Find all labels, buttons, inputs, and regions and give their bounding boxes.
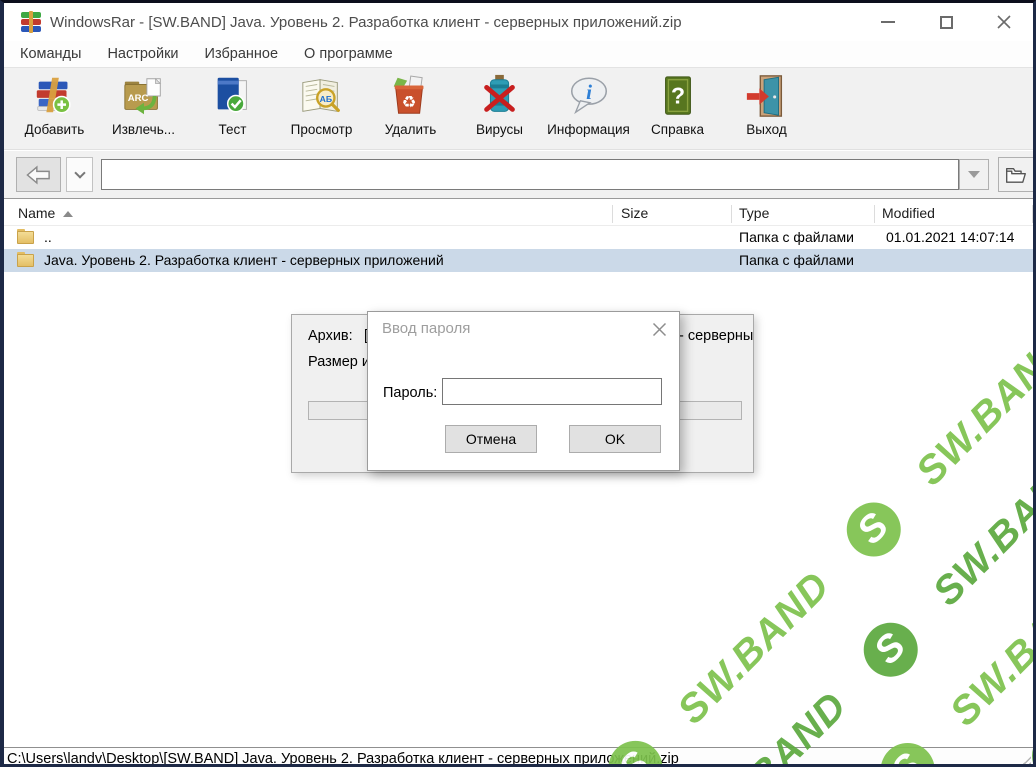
table-row-parent-dir[interactable]: .. Папка с файлами 01.01.2021 14:07:14	[4, 226, 1033, 249]
column-header-type[interactable]: Type	[739, 205, 769, 221]
back-history-dropdown[interactable]	[66, 157, 93, 192]
column-header-modified[interactable]: Modified	[882, 205, 935, 221]
toolbar-label: Извлечь...	[112, 122, 175, 137]
close-icon	[997, 15, 1011, 29]
resize-grip[interactable]	[1019, 756, 1031, 767]
table-row-java-folder[interactable]: Java. Уровень 2. Разработка клиент - сер…	[4, 249, 1033, 272]
help-icon: ?	[655, 73, 701, 119]
virus-button[interactable]: Вирусы	[455, 73, 544, 145]
menu-favorites[interactable]: Избранное	[195, 43, 288, 65]
help-button[interactable]: ? Справка	[633, 73, 722, 145]
svg-text:?: ?	[670, 83, 684, 109]
menu-settings[interactable]: Настройки	[97, 43, 188, 65]
maximize-button[interactable]	[917, 3, 975, 41]
exit-button[interactable]: Выход	[722, 73, 811, 145]
address-bar	[4, 151, 1033, 198]
toolbar-label: Информация	[547, 122, 630, 137]
svg-text:АБ: АБ	[319, 94, 331, 104]
test-button[interactable]: Тест	[188, 73, 277, 145]
password-label: Пароль:	[383, 385, 437, 401]
toolbar-label: Просмотр	[291, 122, 353, 137]
view-icon: АБ	[299, 73, 345, 119]
winrar-window: WindowsRar - [SW.BAND] Java. Уровень 2. …	[0, 0, 1036, 767]
delete-button[interactable]: ♻ Удалить	[366, 73, 455, 145]
dropdown-arrow-icon	[968, 171, 980, 178]
toolbar-label: Удалить	[385, 122, 437, 137]
delete-icon: ♻	[388, 73, 434, 119]
browse-folder-button[interactable]	[998, 157, 1034, 192]
add-icon	[32, 73, 78, 119]
dialog-title: Ввод пароля	[382, 320, 470, 337]
menu-commands[interactable]: Команды	[10, 43, 91, 65]
window-title: WindowsRar - [SW.BAND] Java. Уровень 2. …	[50, 14, 682, 31]
file-list-header: Name Size Type Modified	[4, 202, 1033, 226]
view-button[interactable]: АБ Просмотр	[277, 73, 366, 145]
toolbar-label: Вирусы	[476, 122, 523, 137]
svg-text:ARC: ARC	[127, 93, 148, 104]
password-dialog: Ввод пароля Пароль: Отмена OK	[367, 311, 680, 471]
column-header-name[interactable]: Name	[18, 205, 73, 221]
menu-about[interactable]: О программе	[294, 43, 403, 65]
sort-ascending-icon	[63, 211, 73, 217]
archive-path-input[interactable]	[101, 159, 959, 190]
dialog-close-button[interactable]	[650, 320, 668, 338]
column-header-size[interactable]: Size	[621, 205, 648, 221]
svg-text:i: i	[586, 80, 592, 104]
archive-value-right-fragment: - серверных	[679, 328, 753, 344]
close-button[interactable]	[975, 3, 1033, 41]
extract-icon: ARC	[121, 73, 167, 119]
address-dropdown-button[interactable]	[959, 159, 989, 190]
toolbar: Добавить ARC Извлечь... Тест	[4, 67, 1033, 150]
maximize-icon	[940, 16, 953, 29]
status-bar: C:\Users\landv\Desktop\[SW.BAND] Java. У…	[4, 747, 1033, 767]
archive-label: Архив:	[308, 328, 353, 344]
extract-button[interactable]: ARC Извлечь...	[99, 73, 188, 145]
info-icon: i	[566, 73, 612, 119]
add-button[interactable]: Добавить	[10, 73, 99, 145]
toolbar-label: Выход	[746, 122, 786, 137]
exit-icon	[744, 73, 790, 119]
test-icon	[210, 73, 256, 119]
size-line-fragment: Размер исходных	[308, 354, 370, 370]
folder-icon	[17, 252, 35, 267]
minimize-icon	[881, 21, 895, 23]
back-button[interactable]	[16, 157, 61, 192]
folder-icon	[17, 229, 35, 244]
title-bar: WindowsRar - [SW.BAND] Java. Уровень 2. …	[4, 3, 1033, 41]
folder-icon	[1005, 166, 1027, 184]
toolbar-label: Справка	[651, 122, 704, 137]
password-input[interactable]	[442, 378, 662, 405]
minimize-button[interactable]	[859, 3, 917, 41]
chevron-down-icon	[74, 167, 85, 178]
svg-text:♻: ♻	[401, 93, 416, 112]
info-button[interactable]: i Информация	[544, 73, 633, 145]
toolbar-label: Тест	[219, 122, 247, 137]
archive-path-status: C:\Users\landv\Desktop\[SW.BAND] Java. У…	[7, 751, 679, 767]
close-icon	[652, 322, 667, 337]
virus-icon	[477, 73, 523, 119]
back-arrow-icon	[26, 165, 52, 185]
cancel-button[interactable]: Отмена	[445, 425, 537, 453]
menu-bar: Команды Настройки Избранное О программе	[4, 41, 1033, 67]
winrar-app-icon	[21, 12, 41, 32]
ok-button[interactable]: OK	[569, 425, 661, 453]
toolbar-label: Добавить	[25, 122, 85, 137]
